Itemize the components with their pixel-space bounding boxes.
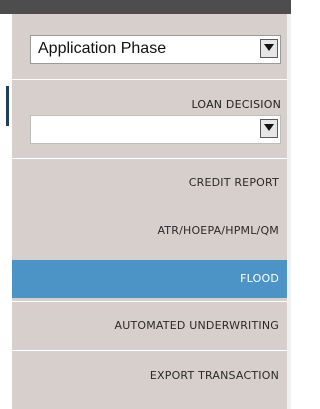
dropdown-arrow-button[interactable]	[260, 39, 278, 58]
nav-item-label: EXPORT TRANSACTION	[149, 369, 279, 382]
triangle-down-icon	[264, 124, 274, 131]
dropdown-arrow-button[interactable]	[260, 119, 278, 138]
nav-item-automated-underwriting[interactable]: AUTOMATED UNDERWRITING	[12, 307, 287, 345]
nav-item-label: CREDIT REPORT	[188, 176, 279, 189]
divider	[12, 79, 287, 80]
nav-item-export-transaction[interactable]: EXPORT TRANSACTION	[12, 357, 287, 395]
loan-decision-label: LOAN DECISION	[191, 98, 281, 111]
nav-item-credit-report[interactable]: CREDIT REPORT	[12, 164, 287, 202]
divider	[12, 158, 287, 159]
left-accent-marker	[6, 86, 9, 126]
application-phase-select[interactable]: Application Phase	[30, 35, 281, 64]
nav-item-flood[interactable]: FLOOD	[12, 260, 287, 298]
nav-item-label: FLOOD	[240, 272, 279, 285]
top-bar	[0, 0, 291, 14]
divider	[12, 350, 287, 351]
scroll-edge	[287, 14, 291, 409]
nav-item-atr-hoepa-hpml-qm[interactable]: ATR/HOEPA/HPML/QM	[12, 212, 287, 250]
nav-item-label: AUTOMATED UNDERWRITING	[114, 319, 279, 332]
divider	[12, 301, 287, 302]
triangle-down-icon	[264, 44, 274, 51]
application-phase-value: Application Phase	[38, 40, 167, 57]
nav-item-label: ATR/HOEPA/HPML/QM	[157, 224, 279, 237]
loan-decision-select[interactable]	[30, 115, 281, 144]
